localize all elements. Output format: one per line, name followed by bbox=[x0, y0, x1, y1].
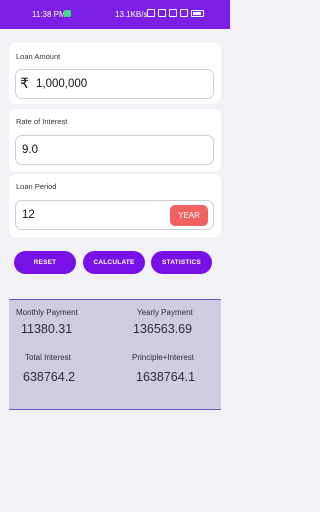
yearly-payment-label: Yearly Payment bbox=[137, 308, 193, 317]
total-interest-label: Total Interest bbox=[25, 353, 71, 362]
loan-amount-card: Loan Amount ₹ 1,000,000 bbox=[9, 43, 221, 104]
monthly-payment-value: 11380.31 bbox=[21, 322, 73, 336]
principle-interest-value: 1638764.1 bbox=[136, 370, 196, 384]
yearly-payment-value: 136563.69 bbox=[133, 322, 193, 336]
signal-icon bbox=[180, 9, 188, 17]
loan-amount-field[interactable]: ₹ 1,000,000 bbox=[15, 69, 214, 99]
statistics-button[interactable]: STATISTICS bbox=[151, 251, 212, 274]
status-time: 11:38 PM bbox=[32, 10, 66, 19]
wifi-icon bbox=[169, 9, 177, 17]
battery-icon bbox=[191, 9, 204, 17]
calculate-button[interactable]: CALCULATE bbox=[83, 251, 145, 274]
loan-period-card: Loan Period 12 YEAR bbox=[9, 174, 221, 237]
year-button[interactable]: YEAR bbox=[170, 205, 208, 226]
loan-period-label: Loan Period bbox=[16, 182, 57, 191]
loan-amount-label: Loan Amount bbox=[16, 52, 61, 61]
total-interest-value: 638764.2 bbox=[23, 370, 76, 384]
status-icons bbox=[147, 9, 204, 17]
rate-of-interest-value: 9.0 bbox=[22, 144, 38, 156]
principle-interest-label: Principle+Interest bbox=[132, 353, 195, 362]
monthly-payment-label: Monthly Payment bbox=[16, 308, 78, 317]
loan-period-field[interactable]: 12 YEAR bbox=[15, 200, 214, 230]
rate-of-interest-field[interactable]: 9.0 bbox=[15, 135, 214, 165]
rate-of-interest-label: Rate of Interest bbox=[16, 117, 68, 126]
results-panel: Monthly Payment 11380.31 Yearly Payment … bbox=[9, 299, 221, 410]
loan-period-value: 12 bbox=[22, 209, 35, 221]
rate-of-interest-card: Rate of Interest 9.0 bbox=[9, 109, 221, 172]
loan-amount-value: 1,000,000 bbox=[36, 78, 88, 90]
network-speed: 13.1KB/s bbox=[115, 10, 148, 19]
volte-icon bbox=[158, 9, 166, 17]
reset-button[interactable]: RESET bbox=[14, 251, 76, 274]
alarm-icon bbox=[147, 9, 155, 17]
notification-icon bbox=[64, 10, 71, 17]
rupee-icon: ₹ bbox=[20, 75, 29, 91]
status-bar: 11:38 PM 13.1KB/s bbox=[0, 0, 230, 29]
